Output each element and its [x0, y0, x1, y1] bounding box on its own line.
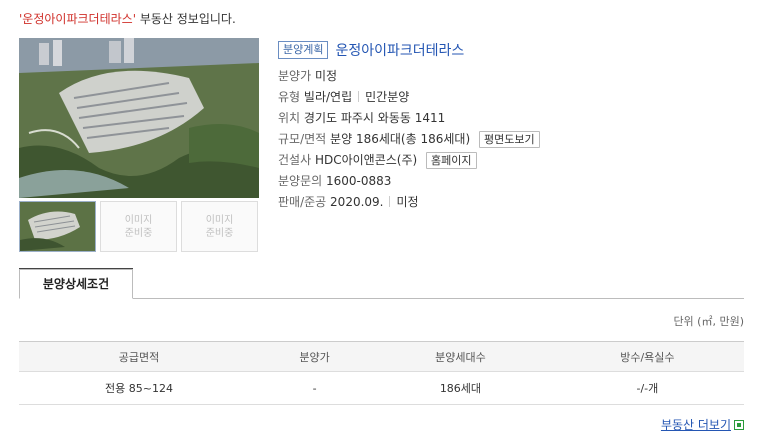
- location-value: 경기도 파주시 와동동 1411: [303, 111, 446, 125]
- supply-area-cell: 전용 85~124: [19, 371, 260, 405]
- scale-value: 분양 186세대(총 186세대): [330, 132, 471, 146]
- column-header: 공급면적: [19, 341, 260, 372]
- inquiry-label: 분양문의: [278, 174, 323, 188]
- main-photo[interactable]: [19, 38, 259, 198]
- completion-value: 미정: [396, 195, 419, 209]
- unit-note: 단위 (㎡, 만원): [673, 315, 744, 328]
- divider: [389, 196, 391, 207]
- table-row: 전용 85~124 - 186세대 -/-개: [19, 371, 744, 405]
- price-row: 분양가 미정: [278, 67, 337, 85]
- divider: [358, 91, 360, 102]
- sale-row: 판매/준공 2020.09. 미정: [278, 193, 419, 211]
- more-realestate-link[interactable]: 부동산 더보기: [661, 416, 744, 433]
- more-link-label[interactable]: 부동산 더보기: [661, 418, 731, 432]
- placeholder-text: 이미지: [124, 215, 153, 226]
- price-value: 미정: [314, 69, 338, 83]
- homepage-button[interactable]: 홈페이지: [426, 152, 477, 169]
- builder-label: 건설사: [278, 153, 312, 167]
- title-row: 분양계획 운정아이파크더테라스: [278, 40, 758, 60]
- status-badge: 분양계획: [278, 41, 329, 59]
- type-row: 유형 빌라/연립 민간분양: [278, 88, 409, 106]
- headline: '운정아이파크더테라스' 부동산 정보입니다.: [19, 10, 236, 27]
- placeholder-text: 이미지: [205, 215, 234, 226]
- rooms-baths-cell: -/-개: [550, 371, 744, 405]
- location-label: 위치: [278, 111, 301, 125]
- listing-title[interactable]: 운정아이파크더테라스: [335, 40, 464, 60]
- gallery-thumbnail-1[interactable]: [19, 201, 96, 252]
- column-header: 분양가: [259, 341, 371, 372]
- placeholder-text: 준비중: [124, 228, 153, 239]
- listing-info: 분양계획 운정아이파크더테라스 분양가 미정 유형 빌라/연립 민간분양 위치 경…: [278, 40, 758, 209]
- type-label: 유형: [278, 90, 301, 104]
- sale-label: 판매/준공: [278, 195, 327, 209]
- table-header-row: 공급면적 분양가 분양세대수 방수/욕실수: [19, 341, 744, 372]
- thumbnail-image: [20, 202, 95, 251]
- headline-complex-name: '운정아이파크더테라스': [19, 12, 136, 26]
- gallery-thumbnail-3-placeholder[interactable]: 이미지 준비중: [181, 201, 258, 252]
- placeholder-text: 준비중: [205, 228, 234, 239]
- sale-value: 2020.09.: [330, 195, 384, 209]
- builder-value: HDC아이앤콘스(주): [314, 153, 418, 167]
- aerial-rendering-image: [19, 38, 259, 198]
- floorplan-button[interactable]: 평면도보기: [478, 131, 540, 148]
- column-header: 분양세대수: [370, 341, 551, 372]
- location-row: 위치 경기도 파주시 와동동 1411: [278, 109, 445, 127]
- tab-detail-conditions[interactable]: 분양상세조건: [19, 269, 133, 299]
- column-header: 방수/욕실수: [550, 341, 744, 372]
- type-value: 빌라/연립: [303, 90, 353, 104]
- inquiry-value: 1600-0883: [326, 174, 392, 188]
- conditions-table: 공급면적 분양가 분양세대수 방수/욕실수 전용 85~124 - 186세대 …: [19, 341, 744, 405]
- plus-box-icon: [734, 420, 744, 430]
- scale-row: 규모/면적 분양 186세대(총 186세대) 평면도보기: [278, 130, 540, 148]
- price-cell: -: [259, 371, 371, 405]
- sale-type-value: 민간분양: [365, 90, 410, 104]
- gallery-thumbnail-2-placeholder[interactable]: 이미지 준비중: [100, 201, 177, 252]
- price-label: 분양가: [278, 69, 312, 83]
- units-cell: 186세대: [370, 371, 551, 405]
- headline-suffix: 부동산 정보입니다.: [136, 12, 236, 26]
- scale-label: 규모/면적: [278, 132, 327, 146]
- inquiry-row: 분양문의 1600-0883: [278, 172, 391, 190]
- builder-row: 건설사 HDC아이앤콘스(주) 홈페이지: [278, 151, 477, 169]
